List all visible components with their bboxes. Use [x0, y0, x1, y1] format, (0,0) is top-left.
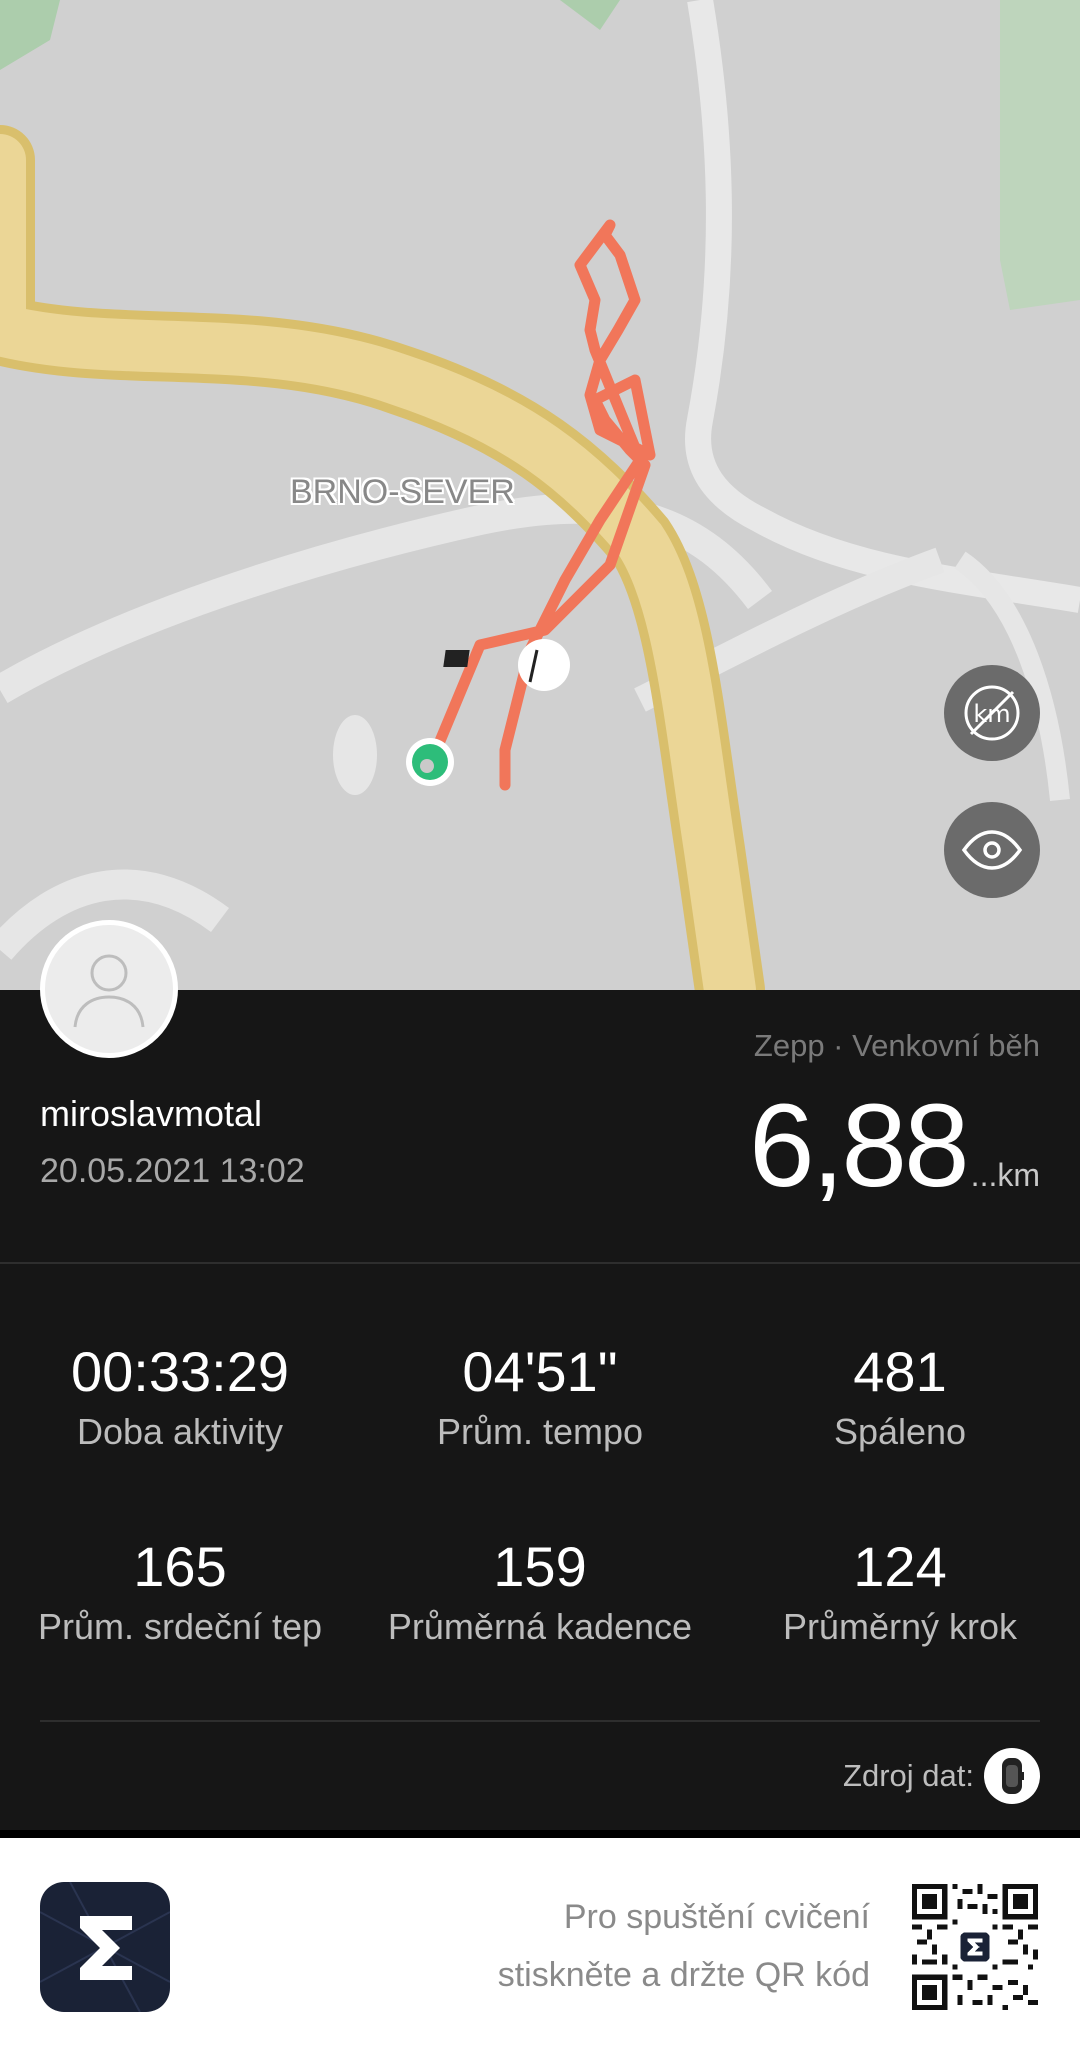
stat-label: Prům. tempo: [436, 1411, 644, 1452]
qr-instruction-line1: Pro spuštění cvičení: [563, 1898, 870, 1936]
stat-value: 165: [133, 1535, 227, 1598]
person-icon: [73, 954, 145, 1028]
km-markers-off-icon: km: [964, 685, 1020, 741]
watch-device-icon: [984, 1748, 1040, 1804]
username: miroslavmotal: [40, 1093, 263, 1134]
stat-avg-heart-rate: 165 Prům. srdeční tep: [0, 1535, 360, 1649]
stat-label: Prům. srdeční tep: [37, 1606, 323, 1647]
stat-label: Doba aktivity: [76, 1411, 284, 1452]
qr-instruction-line2: stiskněte a držte QR kód: [497, 1956, 870, 1994]
stat-avg-pace: 04'51" Prům. tempo: [360, 1340, 720, 1454]
stat-label: Průměrná kadence: [387, 1606, 693, 1647]
km-markers-toggle-button[interactable]: km: [944, 665, 1040, 761]
stat-label: Průměrný krok: [782, 1606, 1018, 1647]
divider: [40, 1720, 1040, 1722]
visibility-toggle-button[interactable]: [944, 802, 1040, 898]
stat-avg-cadence: 159 Průměrná kadence: [360, 1535, 720, 1649]
stat-calories: 481 Spáleno: [720, 1340, 1080, 1454]
zepp-sigma-icon: [40, 1882, 170, 2012]
district-label: BRNO-SEVER: [290, 473, 515, 511]
stat-value: 159: [493, 1535, 587, 1598]
distance-display: 6,88 ...km: [749, 1078, 1040, 1214]
divider: [0, 1830, 1080, 1838]
distance-value: 6,88: [749, 1080, 970, 1212]
eye-icon: [961, 830, 1023, 870]
data-source: Zdroj dat:: [843, 1748, 1040, 1804]
stat-avg-stride: 124 Průměrný krok: [720, 1535, 1080, 1649]
route-map[interactable]: BRNO-SEVER km: [0, 0, 1080, 990]
workout-datetime: 20.05.2021 13:02: [40, 1152, 305, 1190]
stat-value: 00:33:29: [71, 1340, 289, 1403]
distance-unit: ...km: [970, 1157, 1040, 1193]
qr-instruction: Pro spuštění cvičení stiskněte a držte Q…: [498, 1888, 870, 2004]
stat-value: 04'51": [462, 1340, 618, 1403]
divider: [0, 1262, 1080, 1264]
stat-label: Spáleno: [833, 1411, 967, 1452]
avatar[interactable]: [40, 920, 178, 1058]
stat-activity-time: 00:33:29 Doba aktivity: [0, 1340, 360, 1454]
workout-source-title: Zepp · Venkovní běh: [753, 1028, 1040, 1063]
map-background: [0, 0, 1080, 990]
qr-code-icon[interactable]: [912, 1884, 1038, 2010]
data-source-label: Zdroj dat:: [843, 1758, 974, 1793]
stat-value: 481: [853, 1340, 947, 1403]
stat-value: 124: [853, 1535, 947, 1598]
